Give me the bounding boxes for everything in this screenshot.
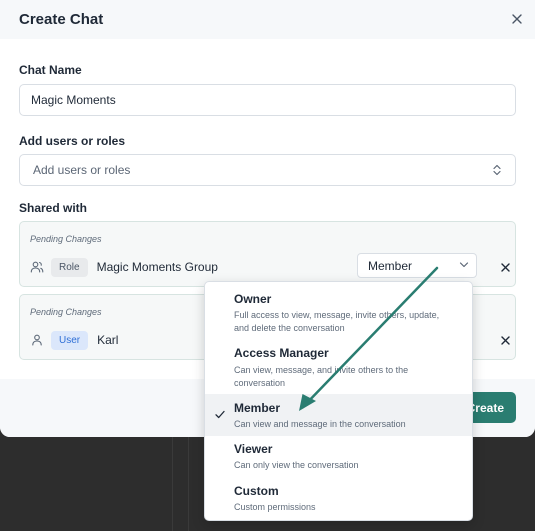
backdrop-divider bbox=[188, 437, 189, 531]
modal-header: Create Chat bbox=[0, 0, 535, 39]
role-badge: Role bbox=[51, 257, 88, 277]
permission-dropdown-menu: Owner Full access to view, message, invi… bbox=[204, 281, 473, 521]
chat-name-input[interactable]: Magic Moments bbox=[19, 84, 516, 116]
users-group-icon bbox=[30, 261, 44, 273]
chat-name-value: Magic Moments bbox=[31, 93, 116, 107]
share-entry-role: Pending Changes Role Magic Moments Group… bbox=[19, 221, 516, 287]
add-users-label: Add users or roles bbox=[19, 134, 126, 148]
option-label: Owner bbox=[234, 292, 272, 306]
chevron-down-icon bbox=[459, 262, 469, 268]
pending-changes-label: Pending Changes bbox=[30, 234, 102, 244]
option-description: Full access to view, message, invite oth… bbox=[234, 310, 440, 333]
chevron-up-down-icon bbox=[493, 164, 501, 176]
share-row: Role Magic Moments Group Member bbox=[30, 253, 510, 278]
remove-user-button[interactable] bbox=[498, 333, 512, 347]
remove-role-button[interactable] bbox=[498, 260, 512, 274]
option-description: Can only view the conversation bbox=[234, 460, 359, 470]
option-label: Viewer bbox=[234, 442, 273, 456]
menu-option-member[interactable]: Member Can view and message in the conve… bbox=[205, 394, 472, 436]
option-description: Custom permissions bbox=[234, 502, 316, 512]
check-icon bbox=[215, 410, 225, 419]
add-users-select[interactable]: Add users or roles bbox=[19, 154, 516, 186]
shared-with-label: Shared with bbox=[19, 201, 88, 215]
pending-changes-label: Pending Changes bbox=[30, 307, 102, 317]
menu-option-access-manager[interactable]: Access Manager Can view, message, and in… bbox=[205, 339, 472, 394]
menu-option-viewer[interactable]: Viewer Can only view the conversation bbox=[205, 436, 472, 478]
menu-option-owner[interactable]: Owner Full access to view, message, invi… bbox=[205, 282, 472, 339]
menu-option-custom[interactable]: Custom Custom permissions bbox=[205, 478, 472, 520]
shared-role-name: Magic Moments Group bbox=[96, 260, 218, 274]
option-description: Can view and message in the conversation bbox=[234, 419, 406, 429]
user-icon bbox=[32, 334, 42, 346]
option-label: Custom bbox=[234, 484, 279, 498]
chat-name-label: Chat Name bbox=[19, 63, 82, 77]
backdrop-divider bbox=[172, 437, 173, 531]
close-icon bbox=[500, 262, 510, 272]
option-description: Can view, message, and invite others to … bbox=[234, 365, 409, 388]
add-users-placeholder: Add users or roles bbox=[33, 163, 131, 177]
shared-user-name: Karl bbox=[97, 333, 119, 347]
permission-select[interactable]: Member bbox=[357, 253, 477, 278]
close-icon bbox=[500, 335, 510, 345]
modal-title: Create Chat bbox=[19, 11, 104, 28]
close-button[interactable] bbox=[508, 10, 526, 28]
user-badge: User bbox=[51, 330, 89, 350]
close-icon bbox=[512, 14, 522, 24]
option-label: Member bbox=[234, 401, 281, 415]
option-label: Access Manager bbox=[234, 346, 329, 360]
permission-value: Member bbox=[368, 258, 413, 273]
